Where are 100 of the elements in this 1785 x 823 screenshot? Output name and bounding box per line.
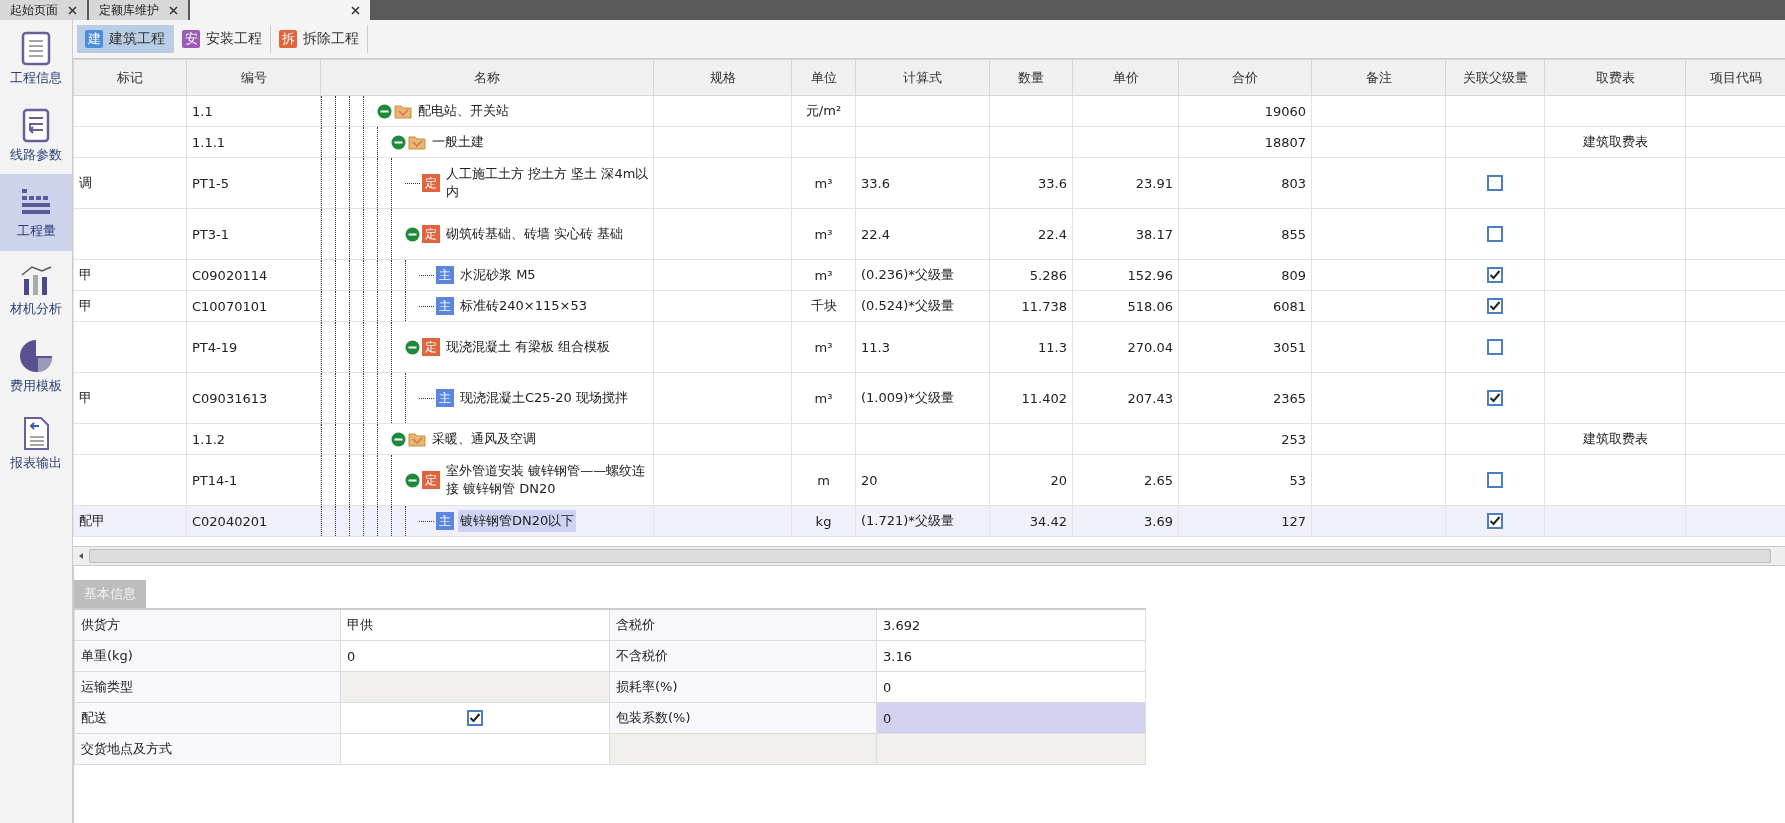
collapse-icon[interactable] — [405, 472, 420, 488]
item-name: 采暖、通风及空调 — [431, 430, 537, 449]
sidebar-item[interactable]: 费用模板 — [0, 328, 72, 405]
category-icon: 拆 — [279, 30, 297, 48]
field-label: 损耗率(%) — [610, 672, 877, 703]
checkbox[interactable] — [1487, 226, 1503, 243]
item-type-icon: 主 — [436, 297, 454, 315]
document-tab[interactable]: 起始页面 — [0, 0, 87, 20]
item-type-icon: 定 — [422, 174, 440, 192]
column-header[interactable]: 项目代码 — [1685, 59, 1785, 96]
table-cell: 855 — [1178, 208, 1312, 260]
table-cell: 3.69 — [1072, 505, 1179, 537]
table-cell: 调 — [73, 157, 187, 209]
close-icon[interactable] — [68, 5, 77, 15]
field-value[interactable]: 甲供 — [341, 610, 610, 641]
table-cell: 1.1 — [186, 95, 321, 127]
field-label: 配送 — [75, 703, 341, 734]
column-header[interactable]: 备注 — [1311, 59, 1446, 96]
scrollbar-thumb[interactable] — [89, 549, 1771, 563]
column-header[interactable]: 单位 — [791, 59, 856, 96]
field-label: 交货地点及方式 — [75, 734, 341, 765]
collapse-icon[interactable] — [405, 226, 420, 242]
checkbox[interactable] — [467, 710, 483, 726]
table-cell: 甲 — [73, 372, 187, 424]
table-cell: kg — [791, 505, 856, 537]
column-header[interactable]: 单价 — [1072, 59, 1179, 96]
table-cell: 1.1.1 — [186, 126, 321, 158]
category-tab[interactable]: 拆 拆除工程 — [271, 25, 368, 53]
table-cell: 207.43 — [1072, 372, 1179, 424]
table-cell: 22.4 — [989, 208, 1073, 260]
table-cell: m — [791, 454, 856, 506]
column-header[interactable]: 关联父级量 — [1445, 59, 1545, 96]
sidebar-item[interactable]: 报表输出 — [0, 405, 72, 482]
item-name: 砌筑砖基础、砖墙 实心砖 基础 — [445, 225, 625, 244]
item-name: 镀锌钢管DN20以下 — [458, 510, 577, 532]
document-tab[interactable]: 定额库维护 — [89, 0, 188, 20]
checkbox[interactable] — [1487, 175, 1503, 192]
item-type-icon: 定 — [422, 338, 440, 356]
table-cell: m³ — [791, 372, 856, 424]
column-header[interactable]: 计算式 — [855, 59, 990, 96]
checkbox[interactable] — [1487, 298, 1503, 315]
checkbox[interactable] — [1487, 267, 1503, 284]
table-cell: C09020114 — [186, 259, 321, 291]
table-cell: 53 — [1178, 454, 1312, 506]
table-cell: 152.96 — [1072, 259, 1179, 291]
sidebar-item[interactable]: 线路参数 — [0, 97, 72, 174]
column-header[interactable]: 数量 — [989, 59, 1073, 96]
table-cell: PT1-5 — [186, 157, 321, 209]
table-cell: PT14-1 — [186, 454, 321, 506]
close-icon[interactable] — [169, 5, 178, 15]
close-icon[interactable] — [351, 5, 360, 15]
table-cell: C02040201 — [186, 505, 321, 537]
folder-icon — [408, 431, 426, 447]
table-cell: m³ — [791, 208, 856, 260]
item-name: 一般土建 — [431, 133, 485, 152]
table-cell: 元/m² — [791, 95, 856, 127]
table-cell: (1.721)*父级量 — [855, 505, 990, 537]
table-cell: 1.1.2 — [186, 423, 321, 455]
item-name: 标准砖240×115×53 — [459, 297, 588, 316]
column-header[interactable]: 取费表 — [1544, 59, 1686, 96]
field-label: 供货方 — [75, 610, 341, 641]
checkbox[interactable] — [1487, 472, 1503, 489]
field-value[interactable] — [341, 734, 610, 765]
table-cell: 22.4 — [855, 208, 990, 260]
table-cell: 23.91 — [1072, 157, 1179, 209]
column-header[interactable]: 标记 — [73, 59, 187, 96]
collapse-icon[interactable] — [377, 103, 392, 119]
field-value[interactable]: 3.692 — [877, 610, 1146, 641]
column-header[interactable]: 名称 — [320, 59, 654, 96]
table-cell: 253 — [1178, 423, 1312, 455]
sidebar-item[interactable]: 工程量 — [0, 174, 72, 251]
table-cell: 甲 — [73, 259, 187, 291]
collapse-icon[interactable] — [405, 339, 420, 355]
checkbox[interactable] — [1487, 339, 1503, 356]
field-value[interactable]: 0 — [877, 703, 1146, 734]
category-tab[interactable]: 建 建筑工程 — [77, 25, 174, 53]
scroll-left-icon[interactable] — [77, 552, 85, 560]
sidebar-item[interactable]: 材机分析 — [0, 251, 72, 328]
column-header[interactable]: 合价 — [1178, 59, 1312, 96]
column-header[interactable]: 规格 — [653, 59, 792, 96]
field-value[interactable]: 3.16 — [877, 641, 1146, 672]
table-cell: 5.286 — [989, 259, 1073, 291]
sidebar-item[interactable]: 工程信息 — [0, 20, 72, 97]
table-cell: 11.3 — [989, 321, 1073, 373]
collapse-icon[interactable] — [391, 134, 406, 150]
checkbox[interactable] — [1487, 390, 1503, 407]
table-cell: 6081 — [1178, 290, 1312, 322]
column-header[interactable]: 编号 — [186, 59, 321, 96]
item-type-icon: 定 — [422, 471, 440, 489]
table-cell: 19060 — [1178, 95, 1312, 127]
table-cell: 千块 — [791, 290, 856, 322]
checkbox[interactable] — [1487, 513, 1503, 530]
table-cell: 33.6 — [855, 157, 990, 209]
table-cell: 甲 — [73, 290, 187, 322]
item-type-icon: 主 — [436, 389, 454, 407]
category-tab[interactable]: 安 安装工程 — [174, 25, 271, 53]
table-cell: 建筑取费表 — [1544, 126, 1686, 158]
table-cell: 20 — [855, 454, 990, 506]
collapse-icon[interactable] — [391, 431, 406, 447]
table-cell: 11.3 — [855, 321, 990, 373]
